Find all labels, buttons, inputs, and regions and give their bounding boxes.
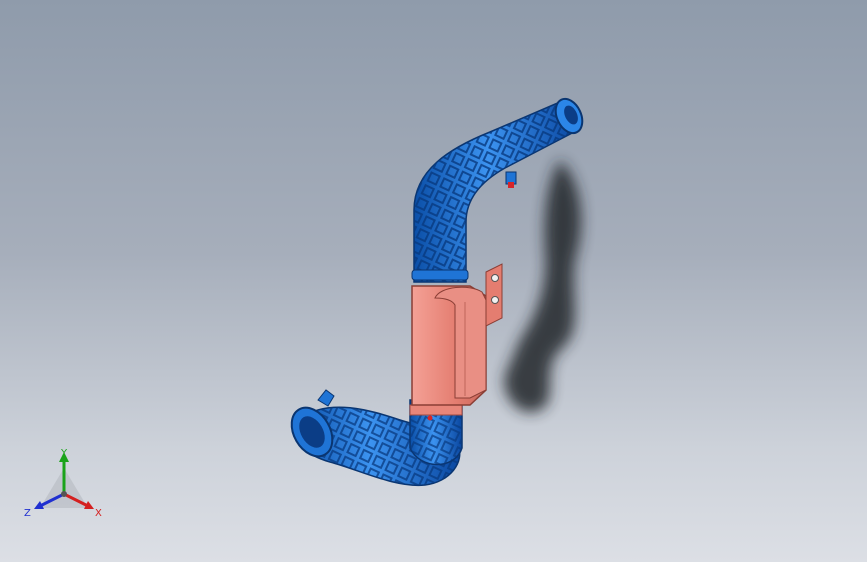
mounting-bracket[interactable] (411, 263, 503, 406)
triad-origin (61, 491, 67, 497)
x-axis-label: X (95, 508, 102, 519)
sensor-port[interactable] (505, 171, 517, 188)
z-axis-label: Z (24, 508, 31, 519)
model-shadow (504, 160, 582, 413)
axis-triad: Y X Z (24, 448, 102, 519)
graphics-viewport[interactable]: Y X Z (0, 0, 867, 562)
model-view[interactable] (0, 0, 867, 562)
lower-vertical-pipe[interactable] (409, 399, 463, 466)
y-axis-label: Y (60, 448, 68, 459)
